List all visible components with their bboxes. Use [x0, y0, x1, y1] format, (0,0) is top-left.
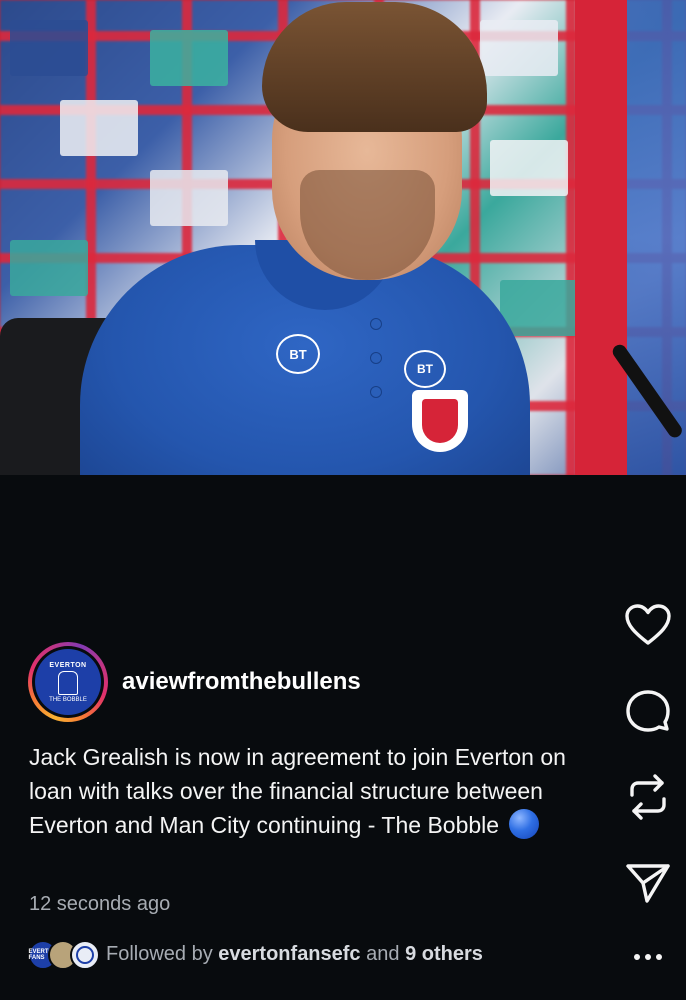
england-crest-icon	[412, 390, 468, 452]
followed-by-text: Followed by evertonfansefc and 9 others	[106, 943, 483, 966]
sponsor-tile	[500, 280, 578, 336]
follower-avatars: EVERTON FANS	[28, 940, 100, 970]
author-avatar-ring[interactable]: EVERTON THE BOBBLE	[28, 642, 108, 722]
comment-button[interactable]	[620, 686, 676, 736]
followed-and: and	[366, 942, 400, 965]
send-icon	[626, 864, 670, 903]
post-photo[interactable]: BT BT	[0, 0, 686, 475]
sponsor-logo-bt: BT	[276, 334, 320, 374]
follower-avatar	[70, 940, 100, 970]
like-button[interactable]	[620, 600, 676, 650]
followed-others-link[interactable]: 9 others	[405, 943, 483, 965]
repost-button[interactable]	[620, 772, 676, 822]
sponsor-tile	[60, 100, 138, 156]
followed-user-link[interactable]: evertonfansefc	[218, 943, 360, 965]
avatar-text-top: EVERTON	[49, 661, 87, 669]
post-caption: Jack Grealish is now in agreement to joi…	[29, 740, 574, 842]
post-timestamp: 12 seconds ago	[29, 893, 171, 915]
blue-circle-emoji-icon	[509, 809, 540, 839]
caption-text: Jack Grealish is now in agreement to joi…	[29, 744, 566, 838]
author-username[interactable]: aviewfromthebullens	[122, 668, 361, 696]
more-icon	[634, 954, 662, 960]
backdrop-red-stripe	[575, 0, 627, 475]
author-avatar: EVERTON THE BOBBLE	[35, 649, 101, 715]
sponsor-tile	[150, 170, 228, 226]
share-button[interactable]	[620, 858, 676, 908]
followed-by-row[interactable]: EVERTON FANS Followed by evertonfansefc …	[28, 938, 483, 970]
sponsor-tile	[150, 30, 228, 86]
followed-prefix: Followed by	[106, 942, 213, 965]
sponsor-logo-bt: BT	[404, 350, 446, 388]
tower-icon	[58, 670, 78, 695]
repost-icon	[630, 774, 666, 820]
avatar-text-bottom: THE BOBBLE	[49, 696, 87, 703]
sponsor-tile	[480, 20, 558, 76]
sponsor-tile	[10, 20, 88, 76]
shirt-buttons	[368, 318, 382, 418]
heart-icon	[625, 604, 671, 645]
comment-icon	[626, 690, 670, 732]
more-options-button[interactable]	[620, 932, 676, 982]
sponsor-tile	[490, 140, 568, 196]
sponsor-tile	[10, 240, 88, 296]
